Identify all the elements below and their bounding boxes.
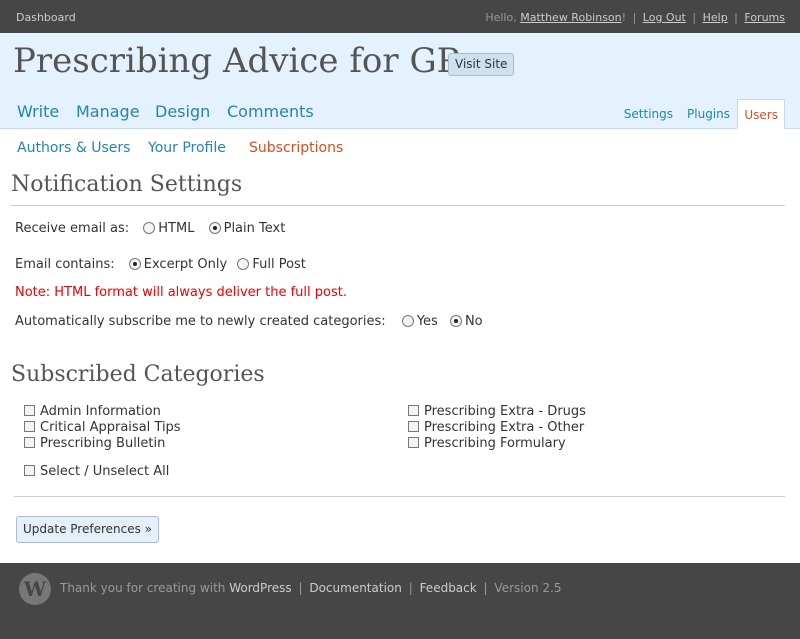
contains-full-option[interactable]: Full Post xyxy=(237,257,306,272)
radio-plain-text[interactable] xyxy=(208,222,221,234)
checkbox[interactable] xyxy=(24,421,35,432)
contains-excerpt-option[interactable]: Excerpt Only xyxy=(128,257,228,272)
help-link[interactable]: Help xyxy=(703,11,728,24)
category-checkbox-item[interactable]: Prescribing Formulary xyxy=(408,436,566,451)
email-contains-row: Email contains: Excerpt Only Full Post xyxy=(15,257,306,272)
category-label: Prescribing Formulary xyxy=(424,436,566,451)
category-checkbox-item[interactable]: Prescribing Extra - Other xyxy=(408,420,584,435)
footer-thanks: Thank you for creating with xyxy=(60,581,226,595)
radio-no[interactable] xyxy=(449,315,462,327)
category-checkbox-item[interactable]: Prescribing Extra - Drugs xyxy=(408,404,586,419)
category-label: Critical Appraisal Tips xyxy=(40,420,181,435)
select-all-checkbox[interactable] xyxy=(24,465,35,476)
wordpress-link[interactable]: WordPress xyxy=(229,581,291,595)
select-all-label: Select / Unselect All xyxy=(40,464,170,479)
notification-settings-heading: Notification Settings xyxy=(11,172,243,197)
submenu-authors-users[interactable]: Authors & Users xyxy=(17,140,130,156)
admin-top-bar: Dashboard Hello, Matthew Robinson! | Log… xyxy=(0,0,800,33)
dashboard-link[interactable]: Dashboard xyxy=(16,11,76,24)
radio-no-label: No xyxy=(464,314,483,329)
checkbox[interactable] xyxy=(24,405,35,416)
auto-subscribe-row: Automatically subscribe me to newly crea… xyxy=(15,314,483,329)
divider xyxy=(14,496,785,497)
footer: W Thank you for creating with WordPress … xyxy=(0,563,800,639)
divider xyxy=(11,205,785,206)
footer-text: Thank you for creating with WordPress | … xyxy=(60,581,561,595)
separator: | xyxy=(692,11,697,24)
radio-html[interactable] xyxy=(143,222,156,234)
version-text: Version 2.5 xyxy=(494,581,562,595)
separator: | xyxy=(632,11,637,24)
greeting-exclaim: ! xyxy=(621,11,627,24)
feedback-link[interactable]: Feedback xyxy=(420,581,477,595)
category-checkbox-item[interactable]: Prescribing Bulletin xyxy=(24,436,165,451)
select-all-checkbox-item[interactable]: Select / Unselect All xyxy=(24,464,169,479)
nav-manage[interactable]: Manage xyxy=(76,102,140,121)
radio-excerpt-only[interactable] xyxy=(128,258,141,270)
nav-design[interactable]: Design xyxy=(155,102,210,121)
documentation-link[interactable]: Documentation xyxy=(309,581,402,595)
radio-full-post[interactable] xyxy=(237,258,250,270)
separator: | xyxy=(298,581,303,595)
logout-link[interactable]: Log Out xyxy=(643,11,686,24)
separator: | xyxy=(408,581,413,595)
side-tab-users[interactable]: Users xyxy=(737,99,785,129)
email-format-html-option[interactable]: HTML xyxy=(143,221,194,236)
user-links: Hello, Matthew Robinson! | Log Out | Hel… xyxy=(485,11,785,24)
checkbox[interactable] xyxy=(24,437,35,448)
email-format-plain-option[interactable]: Plain Text xyxy=(208,221,286,236)
submenu-subscriptions[interactable]: Subscriptions xyxy=(249,140,343,156)
visit-site-button[interactable]: Visit Site xyxy=(448,53,515,76)
checkbox[interactable] xyxy=(408,437,419,448)
forums-link[interactable]: Forums xyxy=(744,11,785,24)
radio-yes-label: Yes xyxy=(416,314,438,329)
subscribed-categories-heading: Subscribed Categories xyxy=(11,362,265,387)
nav-comments[interactable]: Comments xyxy=(227,102,314,121)
category-label: Prescribing Bulletin xyxy=(40,436,166,451)
nav-write[interactable]: Write xyxy=(17,102,59,121)
category-label: Prescribing Extra - Drugs xyxy=(424,404,586,419)
email-contains-label: Email contains: xyxy=(15,257,115,272)
radio-plain-label: Plain Text xyxy=(223,221,286,236)
category-label: Prescribing Extra - Other xyxy=(424,420,585,435)
site-title: Prescribing Advice for GPs xyxy=(13,41,477,81)
category-checkbox-item[interactable]: Critical Appraisal Tips xyxy=(24,420,181,435)
html-format-note: Note: HTML format will always deliver th… xyxy=(15,285,347,300)
auto-yes-option[interactable]: Yes xyxy=(401,314,438,329)
update-preferences-button[interactable]: Update Preferences » xyxy=(16,516,160,543)
radio-excerpt-label: Excerpt Only xyxy=(143,257,228,272)
separator: | xyxy=(483,581,488,595)
radio-html-label: HTML xyxy=(158,221,195,236)
wordpress-logo-icon[interactable]: W xyxy=(19,573,51,605)
separator: | xyxy=(734,11,738,24)
radio-full-label: Full Post xyxy=(252,257,306,272)
category-label: Admin Information xyxy=(40,404,161,419)
checkbox[interactable] xyxy=(408,421,419,432)
user-profile-link[interactable]: Matthew Robinson xyxy=(520,11,621,24)
greeting-text: Hello, xyxy=(485,11,517,24)
checkbox[interactable] xyxy=(408,405,419,416)
site-header: Prescribing Advice for GPs Visit Site Wr… xyxy=(0,33,800,129)
email-format-row: Receive email as: HTML Plain Text xyxy=(15,221,285,236)
auto-no-option[interactable]: No xyxy=(449,314,483,329)
email-format-label: Receive email as: xyxy=(15,221,130,236)
auto-subscribe-label: Automatically subscribe me to newly crea… xyxy=(15,314,386,329)
category-checkbox-item[interactable]: Admin Information xyxy=(24,404,161,419)
radio-yes[interactable] xyxy=(401,315,414,327)
side-tab-settings[interactable]: Settings xyxy=(624,99,673,129)
submenu-your-profile[interactable]: Your Profile xyxy=(148,140,226,156)
side-tab-plugins[interactable]: Plugins xyxy=(687,99,730,129)
